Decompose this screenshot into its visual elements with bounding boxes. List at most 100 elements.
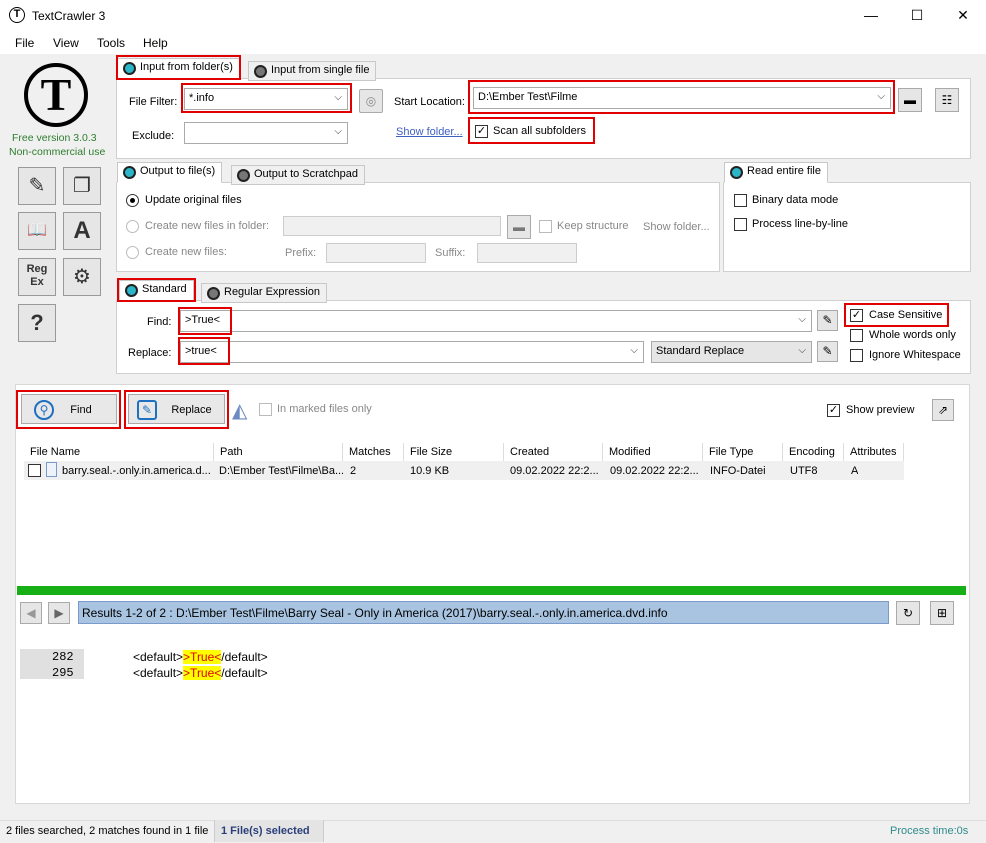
column-header[interactable]: Created bbox=[504, 443, 603, 463]
update-original-label: Update original files bbox=[145, 194, 242, 206]
tab-read-entire[interactable]: Read entire file bbox=[724, 162, 828, 183]
highlight-box bbox=[117, 278, 196, 302]
binary-mode-checkbox[interactable] bbox=[734, 194, 747, 207]
edit-icon[interactable]: ✎ bbox=[18, 167, 56, 205]
whole-words-checkbox[interactable] bbox=[850, 329, 863, 342]
show-folder-link[interactable]: Show folder... bbox=[396, 126, 463, 138]
gear-icon[interactable]: ⚙ bbox=[63, 258, 101, 296]
title-bar: T TextCrawler 3 — ☐ ✕ bbox=[0, 0, 986, 31]
help-icon[interactable]: ? bbox=[18, 304, 56, 342]
popout-icon[interactable]: ⇗ bbox=[932, 399, 954, 421]
maximize-button[interactable]: ☐ bbox=[894, 0, 940, 31]
cell-path: D:\Ember Test\Filme\Ba... bbox=[219, 465, 343, 477]
output-show-folder[interactable]: Show folder... bbox=[643, 221, 710, 233]
tab-input-single-label: Input from single file bbox=[271, 64, 370, 76]
create-folder-combo[interactable] bbox=[283, 216, 501, 236]
replace-label: Replace: bbox=[128, 347, 172, 359]
regex-icon[interactable]: Reg Ex bbox=[18, 258, 56, 296]
folder-icon[interactable]: ▬ bbox=[898, 88, 922, 112]
prev-result-icon[interactable]: ◀ bbox=[20, 602, 42, 624]
preview-text: <default> bbox=[133, 650, 184, 664]
ignore-whitespace-checkbox[interactable] bbox=[850, 349, 863, 362]
tab-radio-icon bbox=[254, 65, 267, 78]
update-original-radio[interactable] bbox=[126, 194, 139, 207]
folder-icon[interactable]: ▬ bbox=[507, 215, 531, 239]
menu-tools[interactable]: Tools bbox=[97, 36, 125, 50]
edit-find-icon[interactable]: ✎ bbox=[817, 310, 838, 331]
tab-output-scratchpad-label: Output to Scratchpad bbox=[254, 168, 358, 180]
line-number: 282 bbox=[52, 650, 74, 664]
preview-text: /default> bbox=[221, 666, 268, 680]
show-preview-label: Show preview bbox=[846, 404, 915, 416]
keep-structure-label: Keep structure bbox=[557, 220, 629, 232]
progress-track bbox=[17, 586, 966, 595]
prefix-input[interactable] bbox=[326, 243, 426, 263]
tab-input-single[interactable]: Input from single file bbox=[248, 61, 377, 81]
replace-mode-select[interactable]: Standard Replace ⌵ bbox=[651, 341, 812, 363]
tree-icon[interactable]: ☷ bbox=[935, 88, 959, 112]
tab-output-files[interactable]: Output to file(s) bbox=[117, 162, 223, 183]
cell-created: 09.02.2022 22:2... bbox=[510, 465, 599, 477]
chevron-down-icon: ⌵ bbox=[798, 314, 806, 325]
suffix-input[interactable] bbox=[477, 243, 577, 263]
keep-structure-checkbox[interactable] bbox=[539, 220, 552, 233]
start-location-label: Start Location: bbox=[394, 96, 465, 108]
status-searched: 2 files searched, 2 matches found in 1 f… bbox=[6, 825, 209, 837]
book-icon[interactable]: 📖 bbox=[18, 212, 56, 250]
progress-fill bbox=[17, 586, 966, 595]
target-icon[interactable]: ◎ bbox=[359, 89, 383, 113]
row-checkbox[interactable] bbox=[28, 464, 41, 477]
app-icon: T bbox=[9, 7, 25, 23]
find-input[interactable]: >True< ⌵ bbox=[180, 310, 812, 332]
column-header[interactable]: File Type bbox=[703, 443, 783, 463]
menu-help[interactable]: Help bbox=[143, 36, 168, 50]
column-header[interactable]: Matches bbox=[343, 443, 404, 463]
binoculars-icon[interactable]: ⊞ bbox=[930, 601, 954, 625]
tab-output-scratchpad[interactable]: Output to Scratchpad bbox=[231, 165, 365, 185]
prefix-label: Prefix: bbox=[285, 247, 317, 259]
font-icon[interactable]: A bbox=[63, 212, 101, 250]
chevron-down-icon: ⌵ bbox=[630, 345, 638, 356]
window-title: TextCrawler 3 bbox=[32, 9, 106, 23]
marked-files-label: In marked files only bbox=[277, 403, 372, 415]
line-by-line-checkbox[interactable] bbox=[734, 218, 747, 231]
preview-line: <default>>True</default> bbox=[133, 650, 268, 664]
column-header[interactable]: File Size bbox=[404, 443, 504, 463]
line-number: 295 bbox=[52, 666, 74, 680]
preview-line: <default>>True</default> bbox=[133, 666, 268, 680]
edit-replace-icon[interactable]: ✎ bbox=[817, 341, 838, 362]
tab-regex[interactable]: Regular Expression bbox=[201, 283, 327, 303]
cell-matches: 2 bbox=[350, 465, 357, 477]
flag-icon[interactable]: ◭ bbox=[232, 398, 247, 423]
tab-regex-label: Regular Expression bbox=[224, 286, 320, 298]
highlight-box bbox=[178, 307, 232, 335]
binary-mode-label: Binary data mode bbox=[752, 194, 839, 206]
create-folder-radio[interactable] bbox=[126, 220, 139, 233]
show-preview-checkbox[interactable]: ✓ bbox=[827, 404, 840, 417]
next-result-icon[interactable]: ▶ bbox=[48, 602, 70, 624]
suffix-label: Suffix: bbox=[435, 247, 466, 259]
column-header[interactable]: Modified bbox=[603, 443, 703, 463]
column-header[interactable]: Attributes bbox=[844, 443, 904, 463]
column-header[interactable]: Path bbox=[214, 443, 343, 463]
close-button[interactable]: ✕ bbox=[940, 0, 986, 31]
marked-files-checkbox[interactable] bbox=[259, 403, 272, 416]
highlight-box bbox=[181, 83, 352, 113]
menu-view[interactable]: View bbox=[53, 36, 79, 50]
minimize-button[interactable]: — bbox=[848, 0, 894, 31]
line-by-line-label: Process line-by-line bbox=[752, 218, 848, 230]
create-files-radio[interactable] bbox=[126, 246, 139, 259]
preview-text: <default> bbox=[133, 666, 184, 680]
cell-encoding: UTF8 bbox=[790, 465, 818, 477]
windows-icon[interactable]: ❐ bbox=[63, 167, 101, 205]
exclude-combo[interactable]: ⌵ bbox=[184, 122, 348, 144]
tab-radio-icon bbox=[207, 287, 220, 300]
preview-text: /default> bbox=[221, 650, 268, 664]
refresh-icon[interactable]: ↻ bbox=[896, 601, 920, 625]
column-header[interactable]: File Name bbox=[24, 443, 214, 463]
cell-type: INFO-Datei bbox=[710, 465, 766, 477]
match-highlight: >True< bbox=[183, 666, 222, 680]
column-header[interactable]: Encoding bbox=[783, 443, 844, 463]
menu-file[interactable]: File bbox=[15, 36, 34, 50]
replace-input[interactable]: >true< ⌵ bbox=[180, 341, 644, 363]
